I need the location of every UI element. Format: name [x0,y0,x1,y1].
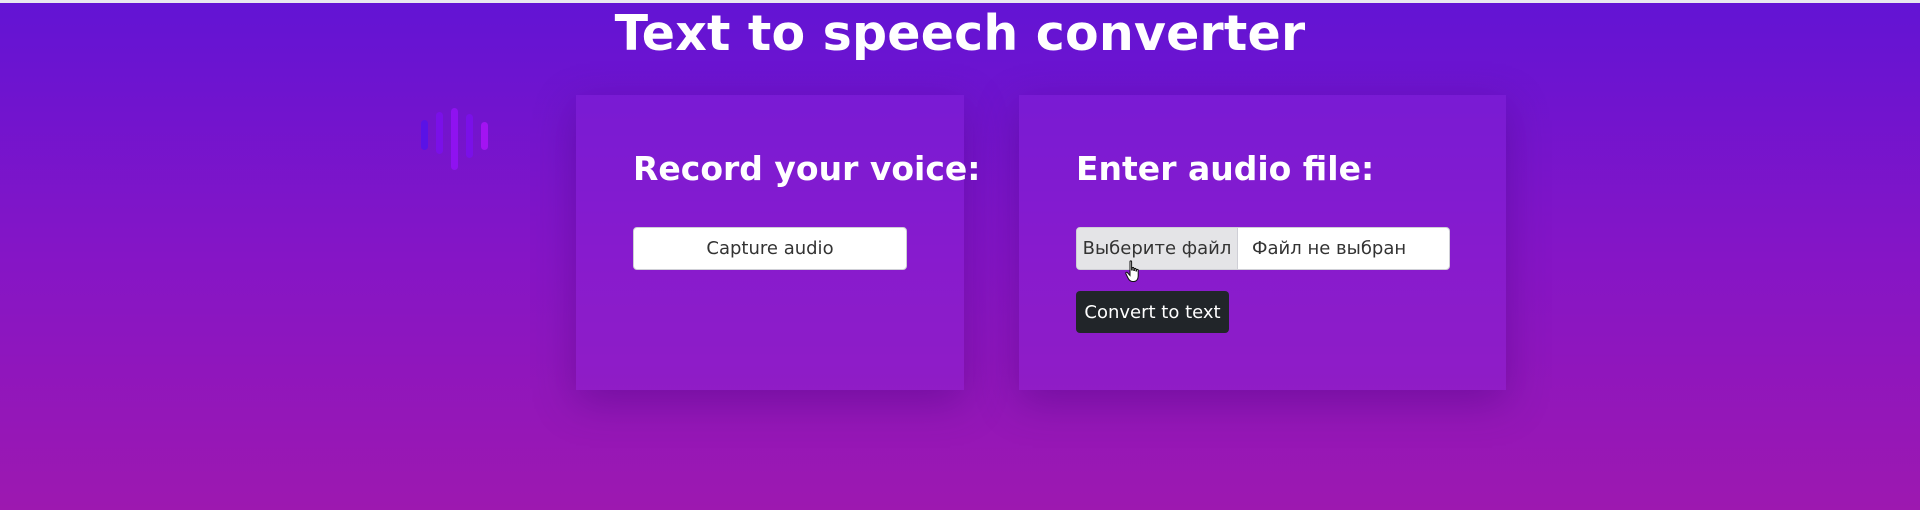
wave-bar [451,108,458,170]
audio-file-card: Enter audio file: Выберите файл Файл не … [1019,95,1506,390]
file-status-text: Файл не выбран [1252,238,1407,259]
record-voice-card: Record your voice: Capture audio [576,95,980,390]
audio-wave-icon [418,104,518,174]
choose-file-button[interactable]: Выберите файл [1077,228,1238,269]
record-voice-heading: Record your voice: [633,149,981,188]
wave-bar [466,114,473,158]
convert-to-text-button[interactable]: Convert to text [1076,291,1229,333]
wave-bar [436,112,443,154]
capture-audio-button[interactable]: Capture audio [633,227,907,270]
top-border [0,0,1920,3]
hand-pointer-icon [1125,260,1139,282]
audio-file-heading: Enter audio file: [1076,149,1375,188]
page-title: Text to speech converter [614,5,1306,62]
wave-bar [481,122,488,150]
wave-bar [421,120,428,150]
